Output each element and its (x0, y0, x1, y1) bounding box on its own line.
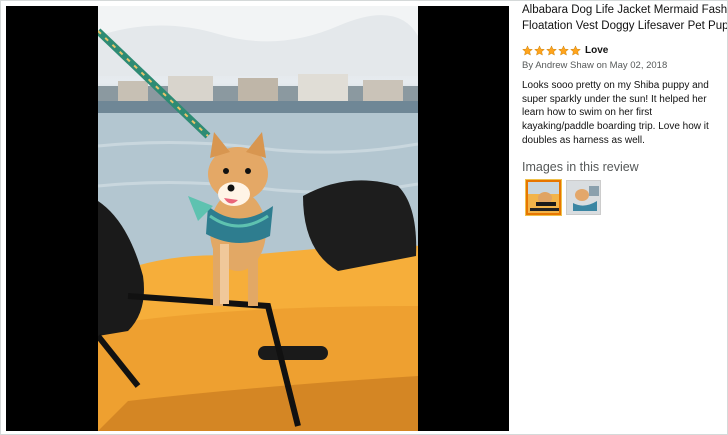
review-image-thumbnails (526, 179, 727, 215)
product-title-line-1[interactable]: Albabara Dog Life Jacket Mermaid Fashion (522, 3, 727, 19)
image-viewer (6, 6, 509, 431)
review-headline: Love (585, 44, 609, 56)
review-byline: By Andrew Shaw on May 02, 2018 (522, 60, 668, 71)
images-section-title: Images in this review (522, 159, 639, 174)
review-detail-panel: Albabara Dog Life Jacket Mermaid Fashion… (522, 1, 727, 215)
review-body: Looks sooo pretty on my Shiba puppy and … (522, 80, 709, 146)
star-icon (522, 44, 533, 56)
review-image-modal: Albabara Dog Life Jacket Mermaid Fashion… (0, 0, 728, 435)
star-icon (558, 44, 569, 56)
dog-photo-thumbnail[interactable] (526, 179, 561, 215)
product-title-line-2[interactable]: Floatation Vest Doggy Lifesaver Pet Pupp… (522, 19, 727, 35)
review-photo-dog-on-kayak[interactable] (98, 6, 418, 431)
star-icon (570, 44, 581, 56)
star-icon (534, 44, 545, 56)
star-rating (522, 44, 581, 56)
review-photo-illustration (98, 6, 418, 431)
star-icon (546, 44, 557, 56)
review-rating-row: Love (522, 43, 727, 57)
dog-photo-thumbnail[interactable] (566, 179, 601, 215)
